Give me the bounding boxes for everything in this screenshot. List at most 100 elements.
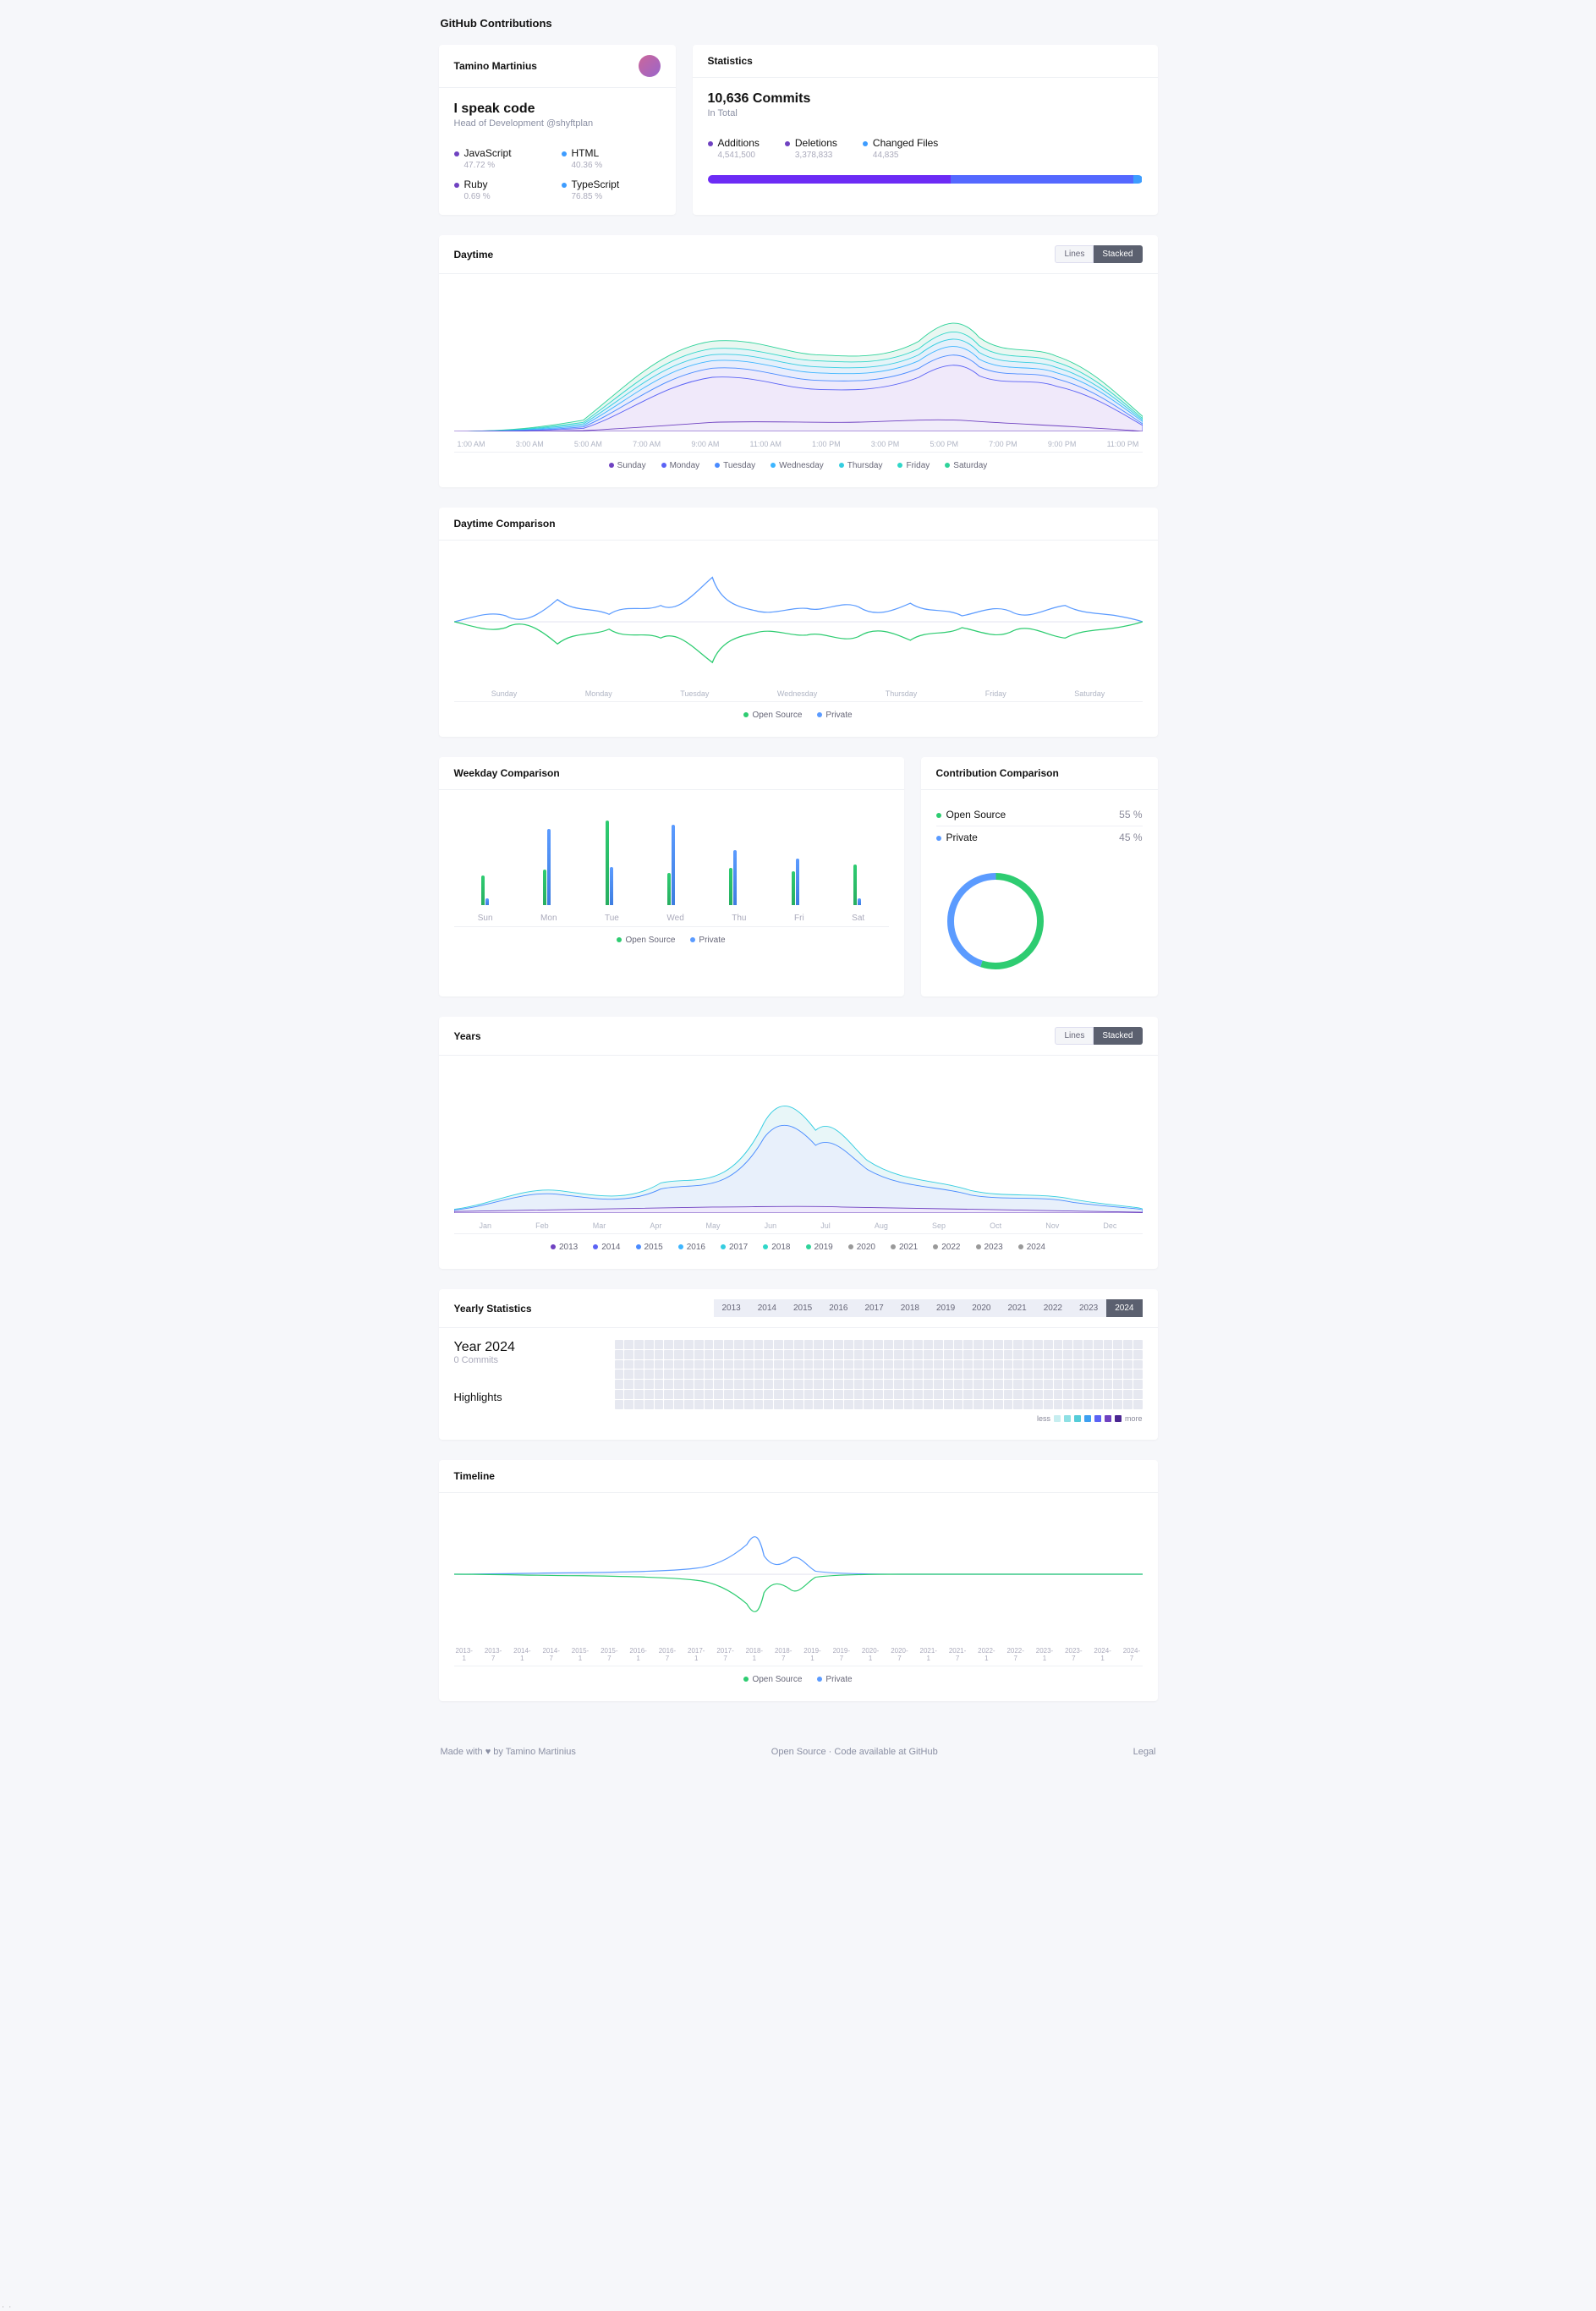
heatmap-cell[interactable] [924, 1390, 933, 1399]
heatmap-cell[interactable] [824, 1400, 833, 1409]
heatmap-cell[interactable] [1133, 1360, 1143, 1370]
heatmap-cell[interactable] [884, 1390, 893, 1399]
heatmap-cell[interactable] [664, 1370, 673, 1379]
heatmap-cell[interactable] [824, 1360, 833, 1370]
heatmap-cell[interactable] [894, 1350, 903, 1359]
heatmap-cell[interactable] [774, 1360, 783, 1370]
heatmap-cell[interactable] [1063, 1390, 1072, 1399]
heatmap-cell[interactable] [1083, 1390, 1093, 1399]
heatmap-cell[interactable] [824, 1390, 833, 1399]
footer-source-link[interactable]: Open Source · Code available at GitHub [771, 1747, 938, 1757]
heatmap-cell[interactable] [864, 1400, 873, 1409]
heatmap-cell[interactable] [944, 1340, 953, 1349]
heatmap-cell[interactable] [884, 1350, 893, 1359]
heatmap-cell[interactable] [1083, 1380, 1093, 1389]
heatmap-cell[interactable] [963, 1380, 973, 1389]
heatmap-cell[interactable] [974, 1360, 983, 1370]
heatmap-cell[interactable] [624, 1380, 633, 1389]
heatmap-cell[interactable] [1023, 1350, 1033, 1359]
heatmap-cell[interactable] [844, 1360, 853, 1370]
heatmap-cell[interactable] [644, 1390, 654, 1399]
heatmap-cell[interactable] [904, 1400, 913, 1409]
heatmap-cell[interactable] [664, 1350, 673, 1359]
heatmap-cell[interactable] [834, 1350, 843, 1359]
heatmap-cell[interactable] [794, 1360, 803, 1370]
heatmap-cell[interactable] [714, 1370, 723, 1379]
heatmap-cell[interactable] [1073, 1400, 1083, 1409]
heatmap-cell[interactable] [884, 1370, 893, 1379]
footer-legal-link[interactable]: Legal [1133, 1747, 1156, 1757]
heatmap-cell[interactable] [724, 1400, 733, 1409]
heatmap-cell[interactable] [1073, 1380, 1083, 1389]
heatmap-cell[interactable] [954, 1380, 963, 1389]
heatmap-cell[interactable] [714, 1380, 723, 1389]
heatmap-cell[interactable] [754, 1350, 764, 1359]
heatmap-cell[interactable] [734, 1350, 743, 1359]
heatmap-cell[interactable] [834, 1340, 843, 1349]
heatmap-cell[interactable] [804, 1370, 814, 1379]
heatmap-cell[interactable] [844, 1350, 853, 1359]
heatmap-cell[interactable] [884, 1400, 893, 1409]
heatmap-cell[interactable] [705, 1350, 714, 1359]
year-tab[interactable]: 2015 [785, 1299, 820, 1317]
heatmap-cell[interactable] [1094, 1380, 1103, 1389]
heatmap-cell[interactable] [1063, 1380, 1072, 1389]
heatmap-cell[interactable] [864, 1370, 873, 1379]
heatmap-cell[interactable] [615, 1400, 624, 1409]
heatmap-cell[interactable] [864, 1350, 873, 1359]
heatmap-cell[interactable] [784, 1390, 793, 1399]
heatmap-cell[interactable] [994, 1340, 1003, 1349]
heatmap-cell[interactable] [655, 1370, 664, 1379]
heatmap-cell[interactable] [984, 1400, 993, 1409]
year-tab[interactable]: 2018 [892, 1299, 928, 1317]
heatmap-cell[interactable] [1034, 1360, 1043, 1370]
heatmap-cell[interactable] [814, 1370, 823, 1379]
heatmap-cell[interactable] [1044, 1370, 1053, 1379]
heatmap-cell[interactable] [924, 1350, 933, 1359]
heatmap-cell[interactable] [1083, 1400, 1093, 1409]
heatmap-cell[interactable] [694, 1390, 704, 1399]
heatmap-cell[interactable] [1004, 1350, 1013, 1359]
heatmap-cell[interactable] [664, 1380, 673, 1389]
heatmap-cell[interactable] [684, 1370, 694, 1379]
heatmap-cell[interactable] [734, 1370, 743, 1379]
heatmap-cell[interactable] [804, 1390, 814, 1399]
heatmap-cell[interactable] [804, 1350, 814, 1359]
heatmap-cell[interactable] [1094, 1370, 1103, 1379]
heatmap-cell[interactable] [655, 1350, 664, 1359]
heatmap-cell[interactable] [1044, 1380, 1053, 1389]
daytime-stacked-button[interactable]: Stacked [1094, 245, 1142, 263]
heatmap-cell[interactable] [644, 1350, 654, 1359]
heatmap-cell[interactable] [1044, 1360, 1053, 1370]
heatmap-cell[interactable] [1013, 1400, 1023, 1409]
heatmap-cell[interactable] [694, 1340, 704, 1349]
heatmap-cell[interactable] [1013, 1350, 1023, 1359]
heatmap-cell[interactable] [784, 1350, 793, 1359]
heatmap-cell[interactable] [774, 1340, 783, 1349]
heatmap-cell[interactable] [784, 1360, 793, 1370]
heatmap-cell[interactable] [824, 1370, 833, 1379]
heatmap-cell[interactable] [664, 1400, 673, 1409]
heatmap-cell[interactable] [1094, 1340, 1103, 1349]
heatmap-cell[interactable] [744, 1370, 754, 1379]
heatmap-cell[interactable] [655, 1360, 664, 1370]
heatmap-cell[interactable] [1083, 1370, 1093, 1379]
heatmap-cell[interactable] [714, 1350, 723, 1359]
heatmap-cell[interactable] [674, 1390, 683, 1399]
heatmap-cell[interactable] [724, 1390, 733, 1399]
heatmap-cell[interactable] [934, 1370, 943, 1379]
heatmap-cell[interactable] [1123, 1380, 1133, 1389]
heatmap-cell[interactable] [1123, 1360, 1133, 1370]
year-tab[interactable]: 2019 [928, 1299, 963, 1317]
heatmap-cell[interactable] [1054, 1360, 1063, 1370]
year-tab[interactable]: 2013 [714, 1299, 749, 1317]
heatmap-cell[interactable] [963, 1350, 973, 1359]
heatmap-cell[interactable] [934, 1360, 943, 1370]
heatmap-cell[interactable] [984, 1390, 993, 1399]
heatmap-cell[interactable] [954, 1350, 963, 1359]
heatmap-cell[interactable] [794, 1400, 803, 1409]
heatmap-cell[interactable] [1133, 1370, 1143, 1379]
heatmap-cell[interactable] [904, 1360, 913, 1370]
heatmap-cell[interactable] [764, 1380, 773, 1389]
year-tab[interactable]: 2023 [1071, 1299, 1106, 1317]
